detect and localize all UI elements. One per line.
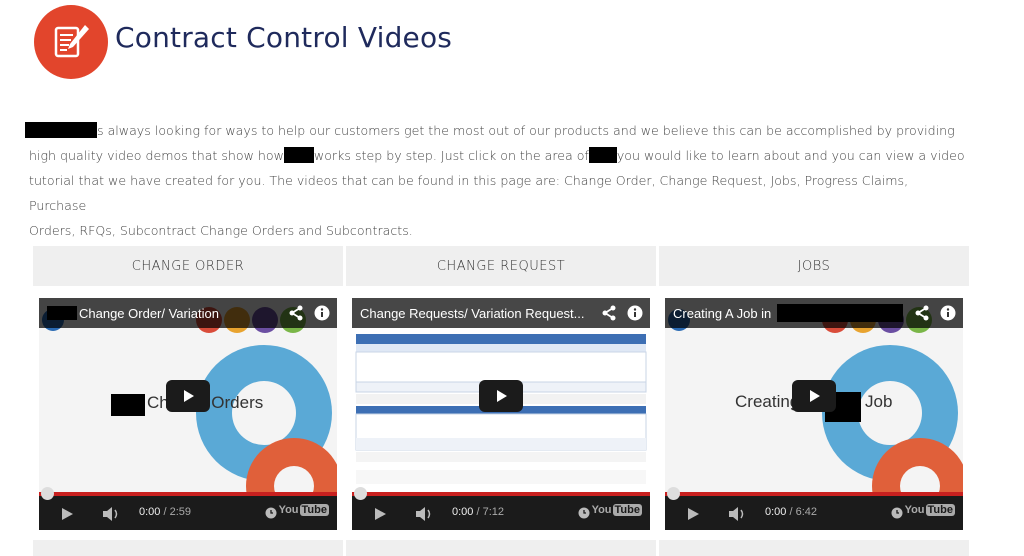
play-icon[interactable]	[59, 506, 75, 522]
next-row-card	[659, 540, 969, 556]
progress-knob[interactable]	[41, 487, 54, 500]
info-icon[interactable]	[624, 305, 646, 321]
video-card-change-order: CHANGE ORDER Change Orders Change Order/…	[33, 246, 343, 530]
redacted-block	[47, 306, 77, 320]
video-controls: 0:00 / 7:12 You Tube	[352, 487, 650, 530]
video-player[interactable]: Change Orders Change Order/ Variation 0:…	[39, 298, 337, 530]
progress-bar[interactable]	[352, 487, 650, 500]
video-title[interactable]: Change Requests/ Variation Request...	[360, 306, 598, 321]
redacted-block	[588, 147, 617, 163]
time-display: 0:00 / 7:12	[452, 506, 505, 518]
video-title-bar: Change Requests/ Variation Request...	[352, 298, 650, 328]
page-title: Contract Control Videos	[115, 21, 453, 54]
time-display: 0:00 / 2:59	[139, 506, 192, 518]
share-icon[interactable]	[911, 305, 933, 321]
info-icon[interactable]	[937, 305, 959, 321]
redacted-block	[111, 394, 145, 416]
video-controls: 0:00 / 6:42 You Tube	[665, 487, 963, 530]
play-icon	[497, 390, 507, 402]
redacted-block	[777, 304, 904, 322]
play-button[interactable]	[166, 380, 210, 412]
volume-icon[interactable]	[727, 506, 747, 522]
share-icon[interactable]	[285, 305, 307, 321]
progress-bar[interactable]	[39, 487, 337, 500]
youtube-logo[interactable]: You Tube	[592, 504, 642, 516]
video-card-jobs: JOBS Creating Job Creating A Job in 0:00…	[659, 246, 969, 530]
intro-line-3: tutorial that we have created for you. T…	[29, 173, 909, 213]
intro-line-2: high quality video demos that show how wo…	[29, 147, 965, 163]
video-overlay-text: Creating	[735, 392, 800, 411]
play-button[interactable]	[792, 380, 836, 412]
progress-knob[interactable]	[667, 487, 680, 500]
card-heading[interactable]: JOBS	[659, 246, 969, 286]
redacted-block	[25, 122, 97, 138]
video-title-bar: Creating A Job in	[665, 298, 963, 328]
clock-icon[interactable]	[891, 507, 903, 519]
youtube-logo[interactable]: You Tube	[279, 504, 329, 516]
next-row-card	[33, 540, 343, 556]
youtube-logo[interactable]: You Tube	[905, 504, 955, 516]
volume-icon[interactable]	[414, 506, 434, 522]
intro-paragraph: s always looking for ways to help our cu…	[25, 118, 969, 243]
video-player[interactable]: Creating Job Creating A Job in 0:00 / 6:…	[665, 298, 963, 530]
card-heading[interactable]: CHANGE REQUEST	[346, 246, 656, 286]
share-icon[interactable]	[598, 305, 620, 321]
video-player[interactable]: Change Requests/ Variation Request... 0:…	[352, 298, 650, 530]
contract-pen-icon	[54, 25, 89, 58]
logo	[34, 5, 108, 79]
video-controls: 0:00 / 2:59 You Tube	[39, 487, 337, 530]
redacted-block	[283, 147, 314, 163]
info-icon[interactable]	[311, 305, 333, 321]
progress-bar[interactable]	[665, 487, 963, 500]
time-display: 0:00 / 6:42	[765, 506, 818, 518]
clock-icon[interactable]	[578, 507, 590, 519]
intro-line-4: Orders, RFQs, Subcontract Change Orders …	[29, 223, 413, 238]
play-icon[interactable]	[685, 506, 701, 522]
progress-knob[interactable]	[354, 487, 367, 500]
play-button[interactable]	[479, 380, 523, 412]
play-icon	[184, 390, 194, 402]
video-overlay-text: Job	[865, 392, 893, 411]
next-row-card	[346, 540, 656, 556]
video-title[interactable]: Change Order/ Variation	[79, 306, 285, 321]
video-title-bar: Change Order/ Variation	[39, 298, 337, 328]
play-icon[interactable]	[372, 506, 388, 522]
card-heading[interactable]: CHANGE ORDER	[33, 246, 343, 286]
volume-icon[interactable]	[101, 506, 121, 522]
intro-line-1: s always looking for ways to help our cu…	[25, 118, 969, 143]
play-icon	[810, 390, 820, 402]
video-card-change-request: CHANGE REQUEST Change Requests/ Variatio…	[346, 246, 656, 530]
video-title[interactable]: Creating A Job in	[673, 306, 771, 321]
clock-icon[interactable]	[265, 507, 277, 519]
